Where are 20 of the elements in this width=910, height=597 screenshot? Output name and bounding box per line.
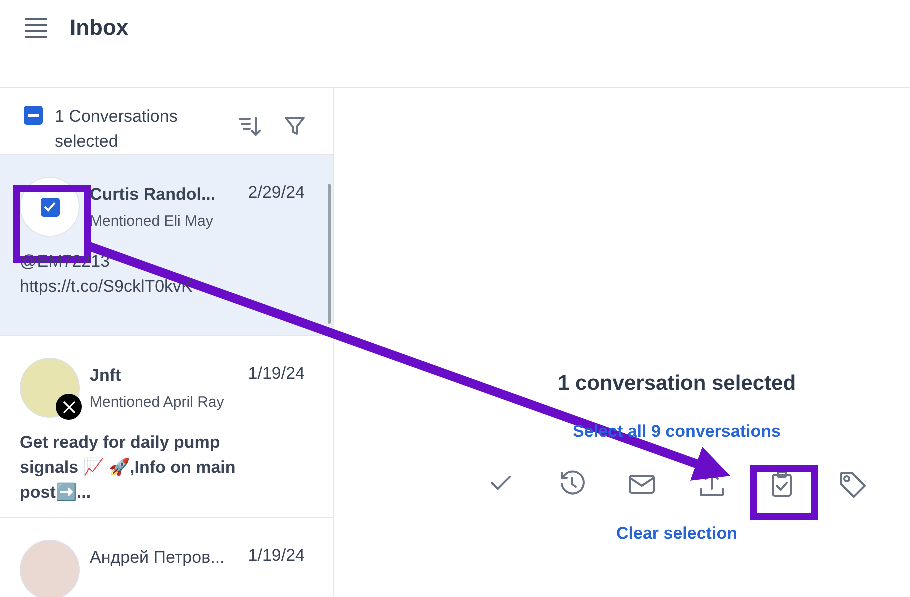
conversation-date: 1/19/24 [248, 363, 305, 384]
check-icon [44, 202, 56, 212]
select-all-checkbox[interactable] [24, 106, 43, 125]
clear-selection-link[interactable]: Clear selection [616, 524, 738, 544]
message-preview: Get ready for daily pump signals 📈 🚀,Info on main post➡... [20, 432, 237, 504]
contact-name: Jnft [90, 366, 122, 386]
conversation-date: 2/29/24 [248, 182, 305, 203]
x-logo-icon [56, 394, 82, 420]
highlight-frame [750, 466, 818, 520]
select-all-link[interactable]: Select all 9 conversations [573, 422, 781, 442]
page-title: Inbox [70, 14, 129, 42]
contact-name: Андрей Петров... [90, 548, 226, 568]
scrollbar[interactable] [328, 184, 331, 324]
selection-count: 1 Conversations selected [55, 106, 179, 153]
conversation-date: 1/19/24 [248, 545, 305, 566]
history-icon [558, 470, 586, 498]
mention-label: Mentioned April Ray [90, 394, 226, 411]
tag-icon [838, 470, 866, 498]
minus-icon [28, 114, 39, 117]
selection-title: 1 conversation selected [558, 372, 796, 396]
